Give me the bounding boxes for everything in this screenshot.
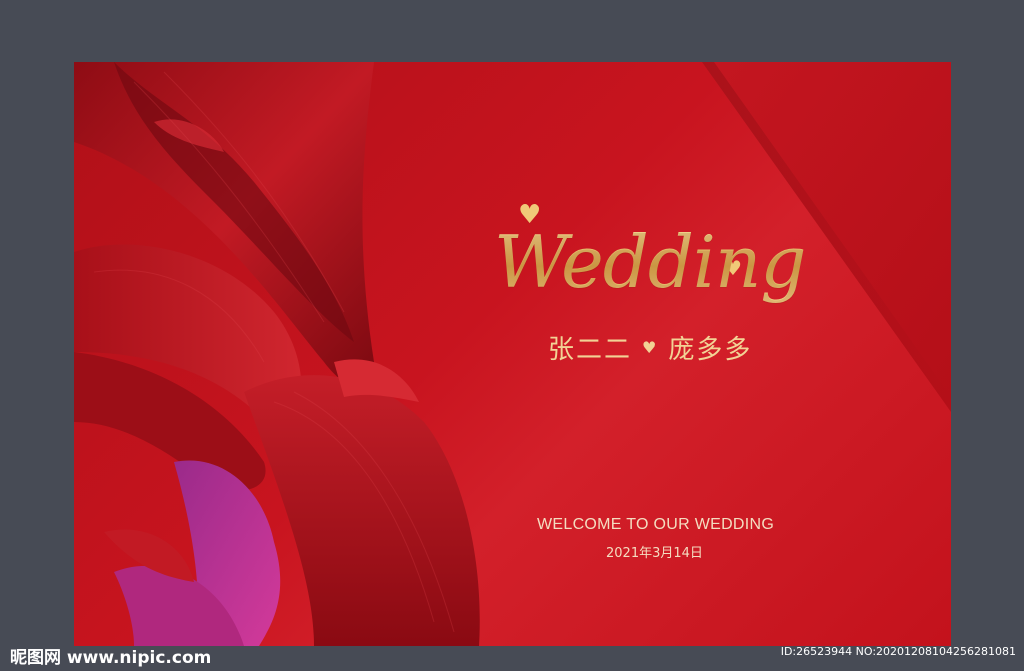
wedding-title: Wedding bbox=[494, 220, 806, 304]
image-id-watermark: ID:26523944 NO:20201208104256281081 bbox=[780, 645, 1016, 658]
watermark-site-text: 昵图网 www.nipic.com bbox=[10, 648, 212, 668]
groom-name: 张二二 bbox=[548, 335, 633, 365]
couple-names: 张二二 ♥ 庞多多 bbox=[548, 329, 752, 366]
wedding-card: ♥ ♥ Wedding 张二二 ♥ 庞多多 WELCOME TO OUR WED… bbox=[74, 62, 951, 646]
wedding-date: 2021年3月14日 bbox=[606, 546, 703, 561]
heart-icon: ♥ bbox=[642, 338, 659, 357]
welcome-text: WELCOME TO OUR WEDDING bbox=[537, 516, 775, 533]
site-watermark: 昵图网 www.nipic.com bbox=[10, 643, 211, 668]
bride-name: 庞多多 bbox=[668, 335, 753, 365]
